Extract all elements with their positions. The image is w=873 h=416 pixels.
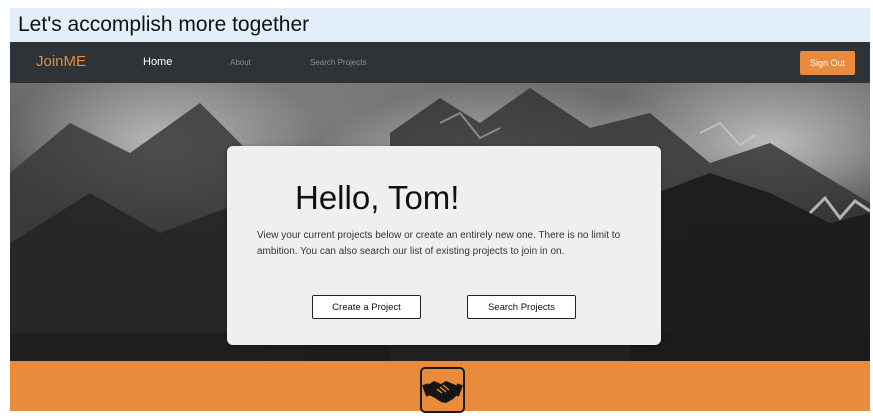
welcome-text: View your current projects below or crea… bbox=[257, 230, 621, 257]
nav-item-home[interactable]: Home bbox=[143, 56, 172, 68]
brand-logo[interactable]: JoinME bbox=[36, 53, 86, 70]
navbar: JoinME Home About Search Projects Sign O… bbox=[10, 42, 870, 83]
nav-item-search-projects[interactable]: Search Projects bbox=[310, 58, 366, 67]
tagline-banner: Let's accomplish more together bbox=[10, 8, 870, 42]
greeting-title: Hello, Tom! bbox=[295, 179, 460, 216]
search-projects-button[interactable]: Search Projects bbox=[467, 295, 576, 319]
create-project-button[interactable]: Create a Project bbox=[312, 295, 421, 319]
nav-item-about[interactable]: About bbox=[230, 58, 251, 67]
handshake-icon bbox=[420, 367, 465, 413]
sign-out-button[interactable]: Sign Out bbox=[800, 51, 855, 75]
footer bbox=[10, 361, 870, 413]
welcome-card: Hello, Tom! View your current projects b… bbox=[227, 146, 661, 345]
